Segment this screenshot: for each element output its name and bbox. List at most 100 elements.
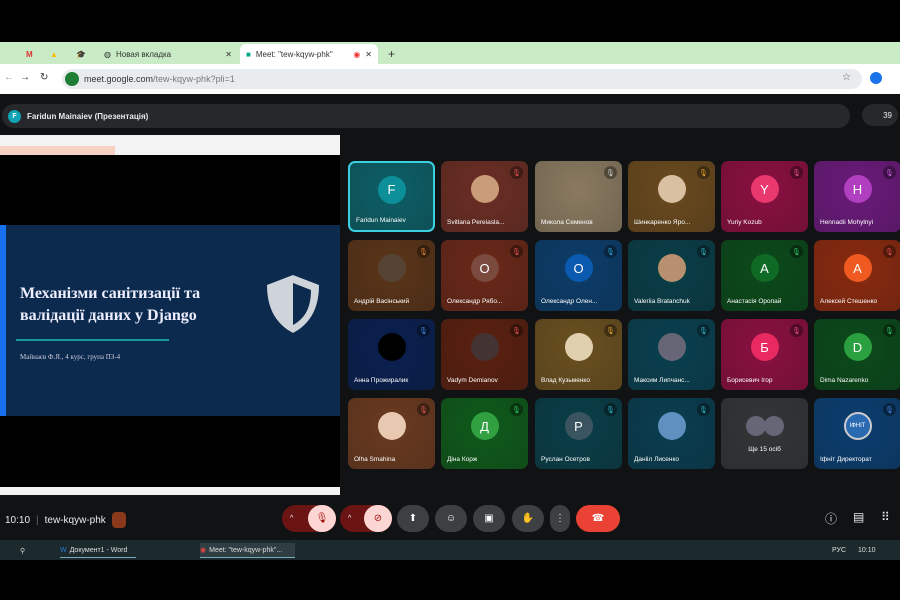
participant-tile[interactable]: 🎙 Шинкаренко Яро... xyxy=(628,161,715,232)
clock[interactable]: 10:10 xyxy=(858,543,876,558)
mic-off-icon: 🎙 xyxy=(790,324,803,337)
search-icon[interactable]: ⚲ xyxy=(20,543,25,558)
mic-off-icon: 🎙 xyxy=(417,324,430,337)
back-icon[interactable]: ← xyxy=(4,72,14,83)
mic-off-icon: 🎙 xyxy=(510,245,523,258)
participant-name: Valeriia Bratanchuk xyxy=(634,298,690,305)
info-icon[interactable]: ⓘ xyxy=(825,510,837,527)
site-info-icon[interactable] xyxy=(65,72,79,86)
activities-icon[interactable]: ⠿ xyxy=(881,510,890,524)
more-options-button[interactable]: ⋮ xyxy=(550,505,570,532)
avatar: ІФНІТ xyxy=(843,412,872,441)
raise-hand-button[interactable]: ✋ xyxy=(512,505,544,532)
mic-off-icon: 🎙 xyxy=(697,324,710,337)
avatar xyxy=(470,333,499,362)
participant-tile[interactable]: Y 🎙 Yuriy Kozub xyxy=(721,161,808,232)
reload-icon[interactable]: ↻ xyxy=(40,72,48,83)
participant-tile[interactable]: 🎙 Данііл Лисенко xyxy=(628,398,715,469)
participant-name: Svitlana Pereiaslа... xyxy=(447,219,505,226)
tab-grad[interactable]: 🎓 xyxy=(70,44,92,64)
participant-tile[interactable]: 🎙 Микола Семенов xyxy=(535,161,622,232)
camera-button[interactable]: ^ ⊘ xyxy=(340,505,392,532)
captions-button[interactable]: ▣ xyxy=(473,505,505,532)
participant-tile[interactable]: F Faridun Mainaiev xyxy=(348,161,435,232)
participant-tile[interactable]: Б 🎙 Борисевич Ігор xyxy=(721,319,808,390)
participant-tile[interactable]: А 🎙 Алексей Стешенко xyxy=(814,240,900,311)
emoji-button[interactable]: ☺ xyxy=(435,505,467,532)
participant-count-button[interactable]: 39 xyxy=(862,104,898,126)
participant-name: Ще 15 осіб xyxy=(748,446,781,453)
participant-tile[interactable]: А 🎙 Анастасія Оропай xyxy=(721,240,808,311)
participant-name: Влад Кузьменко xyxy=(541,377,590,384)
avatar: F xyxy=(8,109,21,123)
new-tab-button[interactable]: + xyxy=(382,44,401,64)
close-icon[interactable]: ✕ xyxy=(225,50,232,59)
avatar xyxy=(377,333,406,362)
participant-tile[interactable]: D 🎙 Dima Nazarenko xyxy=(814,319,900,390)
participant-tile[interactable]: Р 🎙 Руслан Осетров xyxy=(535,398,622,469)
mic-off-icon: 🎙 xyxy=(697,245,710,258)
participant-tile[interactable]: 🎙 Valeriia Bratanchuk xyxy=(628,240,715,311)
participant-tile[interactable]: 🎙 Влад Кузьменко xyxy=(535,319,622,390)
participant-tile[interactable]: 🎙 Андрій Васінський xyxy=(348,240,435,311)
participant-name: Алексей Стешенко xyxy=(820,298,878,305)
participant-name: Yuriy Kozub xyxy=(727,219,762,226)
participant-tile[interactable]: О 🎙 Олександр Рябо... xyxy=(441,240,528,311)
mic-off-icon: 🎙 xyxy=(417,403,430,416)
mic-off-icon: 🎙 xyxy=(883,166,896,179)
chat-icon[interactable]: ▤ xyxy=(853,510,864,524)
avatar: F xyxy=(377,175,406,204)
leave-call-button[interactable]: ☎ xyxy=(576,505,620,532)
avatar: Р xyxy=(564,412,593,441)
taskbar-chrome[interactable]: ◉ Meet: "tew-kqyw-phk"... xyxy=(200,543,295,558)
slide-title: Механізми санітизації та валідації даних… xyxy=(20,285,201,324)
url-input[interactable]: meet.google.com/tew-kqyw-phk?pli=1 xyxy=(62,69,862,89)
participant-name: Діна Корж xyxy=(447,456,478,463)
powerpoint-statusbar xyxy=(0,487,340,495)
participant-name: Максим Липчанс... xyxy=(634,377,690,384)
tab-gmail[interactable]: M xyxy=(20,44,39,64)
forward-icon[interactable]: → xyxy=(20,72,30,83)
slide-subtitle: Майнаєв Ф.Я., 4 курс, група ПЗ-4 xyxy=(20,353,121,361)
participant-tile[interactable]: О 🎙 Олександр Олен... xyxy=(535,240,622,311)
mic-off-icon: 🎙 xyxy=(604,403,617,416)
language-indicator[interactable]: РУС xyxy=(832,543,846,558)
mic-off-icon: 🎙 xyxy=(604,324,617,337)
mic-off-icon: 🎙 xyxy=(790,245,803,258)
participant-name: Olha Smahina xyxy=(354,456,396,463)
participant-tile[interactable]: Ще 15 осіб xyxy=(721,398,808,469)
avatar: О xyxy=(470,254,499,283)
mic-off-icon: 🎙 xyxy=(510,324,523,337)
participant-tile[interactable]: 🎙 Svitlana Pereiaslа... xyxy=(441,161,528,232)
avatar: D xyxy=(843,333,872,362)
participant-tile[interactable]: 🎙 Максим Липчанс... xyxy=(628,319,715,390)
tab-drive[interactable]: ▲ xyxy=(44,44,64,64)
participant-tile[interactable]: ІФНІТ 🎙 Іфніт Директорат xyxy=(814,398,900,469)
participant-tile[interactable]: 🎙 Olha Smahina xyxy=(348,398,435,469)
star-icon[interactable]: ☆ xyxy=(842,72,851,83)
participant-tile[interactable]: Д 🎙 Діна Корж xyxy=(441,398,528,469)
mic-button[interactable]: ^ 🎙 xyxy=(282,505,336,532)
mic-off-icon: 🎙 xyxy=(883,245,896,258)
mic-off-icon: 🎙 xyxy=(697,403,710,416)
divider xyxy=(16,339,169,341)
globe-icon: ◍ xyxy=(104,49,111,59)
close-icon[interactable]: ✕ xyxy=(365,50,372,59)
present-button[interactable]: ⬆ xyxy=(397,505,429,532)
hand-icon: ✋ xyxy=(521,513,535,524)
participant-tile[interactable]: H 🎙 Hennadii Mohylnyi xyxy=(814,161,900,232)
meet-icon: ■ xyxy=(246,49,251,59)
mic-off-icon: 🎙 xyxy=(510,166,523,179)
tab-meet[interactable]: ■ Meet: "tew-kqyw-phk" ◉ ✕ xyxy=(240,44,378,64)
participant-tile[interactable]: 🎙 Vadym Demianov xyxy=(441,319,528,390)
avatar xyxy=(564,333,593,362)
participant-tile[interactable]: 🎙 Анна Прожиралик xyxy=(348,319,435,390)
recording-icon: ◉ xyxy=(353,49,361,59)
avatar: Д xyxy=(470,412,499,441)
present-icon: ⬆ xyxy=(408,513,418,524)
profile-avatar[interactable] xyxy=(870,72,882,84)
tab-new[interactable]: ◍ Новая вкладка ✕ xyxy=(98,44,238,64)
powerpoint-titlebar xyxy=(0,135,340,155)
taskbar-word[interactable]: W Документ1 - Word xyxy=(60,543,136,558)
host-badge-icon xyxy=(111,512,126,528)
